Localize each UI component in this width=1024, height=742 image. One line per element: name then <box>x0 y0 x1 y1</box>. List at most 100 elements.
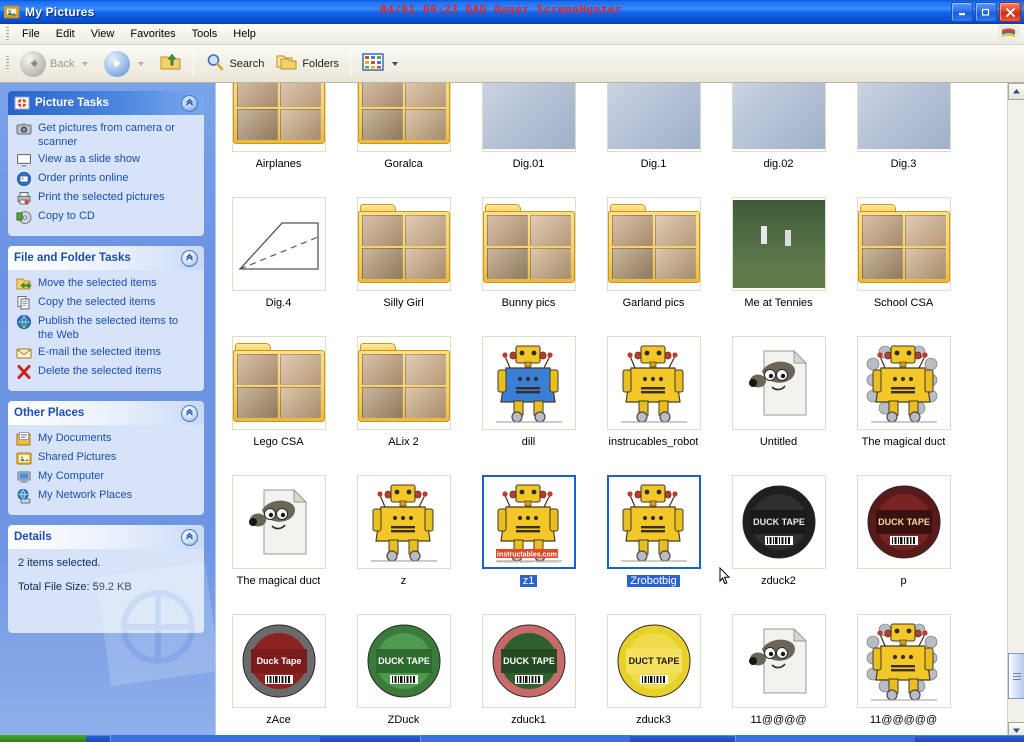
task-copy-selected-items[interactable]: Copy the selected items <box>16 295 196 311</box>
task-view-as-slide-show[interactable]: View as a slide show <box>16 152 196 168</box>
file-item[interactable]: Silly Girl <box>341 193 466 332</box>
file-item[interactable]: 11@@@@ <box>716 610 841 739</box>
thumbnail-image[interactable] <box>231 197 326 291</box>
file-item[interactable]: DUCK TAPE ZDuck <box>341 610 466 739</box>
menu-item-file[interactable]: File <box>14 26 48 42</box>
file-item[interactable]: DUCK TAPE zduck2 <box>716 471 841 610</box>
thumbnail-image[interactable]: instructables.com THE WORLD'S BIGGEST SHO… <box>481 475 576 569</box>
menu-gripper[interactable] <box>3 26 12 43</box>
thumbnail-image[interactable] <box>856 336 951 430</box>
thumbnail-image[interactable]: DUCK TAPE <box>481 614 576 708</box>
taskbar-item-2[interactable] <box>420 735 630 742</box>
windows-flag-icon[interactable] <box>998 25 1020 44</box>
file-item[interactable]: DUCT TAPE zduck3 <box>591 610 716 739</box>
forward-button[interactable] <box>98 47 154 81</box>
place-shared-pictures[interactable]: Shared Pictures <box>16 450 196 466</box>
task-get-pictures-from-camera[interactable]: Get pictures from camera or scanner <box>16 121 196 149</box>
collapse-chevron-up-icon[interactable] <box>181 528 198 546</box>
task-move-selected-items[interactable]: Move the selected items <box>16 276 196 292</box>
thumbnail-image[interactable] <box>606 475 701 569</box>
taskbar-item-1[interactable] <box>110 735 320 742</box>
thumbnail-image[interactable]: Duck Tape <box>231 614 326 708</box>
maximize-button[interactable] <box>975 2 997 22</box>
file-item[interactable]: Me at Tennies <box>716 193 841 332</box>
back-button[interactable]: Back <box>14 47 98 81</box>
vertical-scrollbar[interactable] <box>1007 83 1024 739</box>
file-item[interactable]: Garland pics <box>591 193 716 332</box>
file-item[interactable]: Dig.1 <box>591 83 716 193</box>
file-item[interactable]: The magical duct <box>216 471 341 610</box>
file-item[interactable]: Dig.4 <box>216 193 341 332</box>
file-item[interactable]: Untitled <box>716 332 841 471</box>
task-order-prints-online[interactable]: Order prints online <box>16 171 196 187</box>
menu-item-edit[interactable]: Edit <box>48 26 83 42</box>
toolbar-gripper[interactable] <box>3 55 12 72</box>
thumbnail-image[interactable]: DUCT TAPE <box>606 614 701 708</box>
back-history-chevron-down-icon[interactable] <box>82 61 89 66</box>
thumbnail-image[interactable] <box>356 197 451 291</box>
close-button[interactable] <box>999 2 1021 22</box>
place-my-network-places[interactable]: My Network Places <box>16 488 196 504</box>
thumbnail-image[interactable] <box>856 83 951 152</box>
file-item[interactable]: Lego CSA <box>216 332 341 471</box>
thumbnail-image[interactable]: DUCK TAPE <box>731 475 826 569</box>
file-item[interactable]: ALix 2 <box>341 332 466 471</box>
thumbnail-image[interactable] <box>481 83 576 152</box>
file-item[interactable]: Zrobotbig <box>591 471 716 610</box>
file-item[interactable]: DUCK TAPE p <box>841 471 966 610</box>
task-delete-selected-items[interactable]: Delete the selected items <box>16 364 196 380</box>
menu-item-help[interactable]: Help <box>225 26 264 42</box>
thumbnail-image[interactable] <box>731 614 826 708</box>
file-item[interactable]: School CSA <box>841 193 966 332</box>
thumbnail-image[interactable] <box>606 83 701 152</box>
thumbnail-image[interactable] <box>731 197 826 291</box>
scroll-up-button[interactable] <box>1008 83 1024 100</box>
task-publish-to-web[interactable]: Publish the selected items to the Web <box>16 314 196 342</box>
file-item[interactable]: Bunny pics <box>466 193 591 332</box>
collapse-chevron-up-icon[interactable] <box>181 94 198 112</box>
thumbnail-image[interactable] <box>606 197 701 291</box>
file-item[interactable]: Duck Tape zAce <box>216 610 341 739</box>
menu-item-view[interactable]: View <box>83 26 123 42</box>
up-button[interactable] <box>154 48 188 79</box>
file-item[interactable]: DUCK TAPE zduck1 <box>466 610 591 739</box>
file-item[interactable]: Goralca <box>341 83 466 193</box>
thumbnail-image[interactable] <box>356 475 451 569</box>
forward-history-chevron-down-icon[interactable] <box>138 61 145 66</box>
thumbnail-image[interactable] <box>481 197 576 291</box>
thumbnail-image[interactable] <box>856 614 951 708</box>
thumbnail-image[interactable] <box>231 336 326 430</box>
thumbnail-image[interactable] <box>356 336 451 430</box>
file-item[interactable]: dig.02 <box>716 83 841 193</box>
place-my-documents[interactable]: My Documents <box>16 431 196 447</box>
thumbnail-image[interactable] <box>731 83 826 152</box>
task-copy-to-cd[interactable]: Copy to CD <box>16 209 196 225</box>
thumbnail-image[interactable]: DUCK TAPE <box>856 475 951 569</box>
views-chevron-down-icon[interactable] <box>392 61 399 66</box>
file-item[interactable]: Airplanes <box>216 83 341 193</box>
taskbar-item-3[interactable] <box>735 735 915 742</box>
file-item[interactable]: 11@@@@@ <box>841 610 966 739</box>
file-item[interactable]: instructables.com THE WORLD'S BIGGEST SHO… <box>466 471 591 610</box>
views-button[interactable] <box>356 49 408 78</box>
folders-button[interactable]: Folders <box>270 48 345 79</box>
place-my-computer[interactable]: My Computer <box>16 469 196 485</box>
panel-file-folder-tasks-header[interactable]: File and Folder Tasks <box>8 246 204 270</box>
thumbnail-image[interactable] <box>481 336 576 430</box>
search-button[interactable]: Search <box>199 48 270 79</box>
thumbnail-image[interactable] <box>856 197 951 291</box>
thumbnail-image[interactable] <box>231 83 326 152</box>
panel-details-header[interactable]: Details <box>8 525 204 549</box>
start-button[interactable] <box>0 735 86 742</box>
thumbnail-image[interactable]: DUCK TAPE <box>356 614 451 708</box>
collapse-chevron-up-icon[interactable] <box>181 404 198 422</box>
file-item[interactable]: z <box>341 471 466 610</box>
thumbnail-image[interactable] <box>231 475 326 569</box>
task-email-selected-items[interactable]: E-mail the selected items <box>16 345 196 361</box>
file-item[interactable]: dill <box>466 332 591 471</box>
panel-picture-tasks-header[interactable]: Picture Tasks <box>8 91 204 115</box>
scrollbar-thumb[interactable] <box>1008 653 1024 699</box>
menu-item-favorites[interactable]: Favorites <box>122 26 183 42</box>
file-list-pane[interactable]: Airplanes Goralca Dig.01 Dig.1 dig.02 Dig.3 Di… <box>215 83 1024 739</box>
panel-other-places-header[interactable]: Other Places <box>8 401 204 425</box>
